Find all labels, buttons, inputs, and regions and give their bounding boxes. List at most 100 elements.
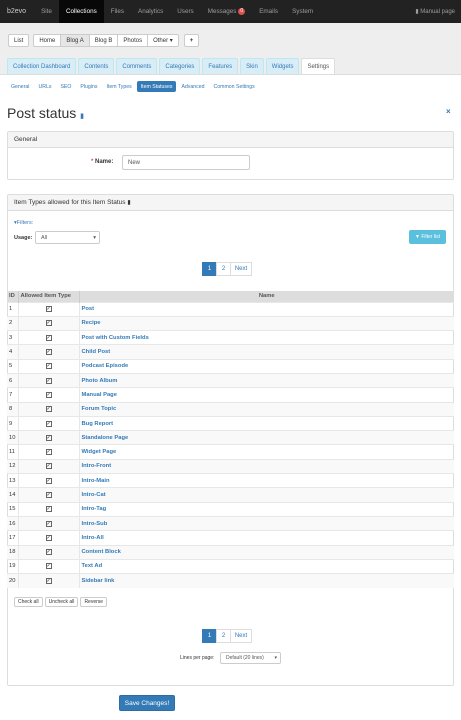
allowed-checkbox[interactable]: ✓ [45,492,52,498]
row-allowed-cell: ✓ [17,430,79,445]
row-name-link[interactable]: Intro-Main [78,473,454,488]
row-allowed-cell: ✓ [17,487,79,503]
page-1-button[interactable]: 1 [202,629,217,643]
next-page-button[interactable]: Next [230,629,252,643]
nav-files[interactable]: Files [104,0,131,23]
collection-blog-b-button[interactable]: Blog B [88,34,119,47]
allowed-checkbox[interactable]: ✓ [45,520,52,527]
save-changes-button[interactable]: Save Changes! [119,695,175,711]
page-2-button[interactable]: 2 [216,262,231,276]
row-name-link[interactable]: Post [78,301,454,317]
row-name-link[interactable]: Intro-Cat [78,487,454,503]
row-name-link[interactable]: Intro-All [78,530,454,546]
allowed-checkbox[interactable]: ✓ [45,420,52,427]
subtab-seo[interactable]: SEO [56,81,75,92]
subtab-plugins[interactable]: Plugins [76,81,101,92]
subtab-urls[interactable]: URLs [34,81,55,92]
row-name-link[interactable]: Podcast Episode [78,358,454,374]
tab-skin[interactable]: Skin [240,58,264,74]
allowed-checkbox[interactable]: ✓ [45,549,52,556]
collection-blog-a-button[interactable]: Blog A [60,34,90,47]
check-all-button[interactable]: Check all [14,597,43,607]
page-2-button[interactable]: 2 [216,629,231,643]
manual-page-link[interactable]: ▮ Manual page [415,8,461,15]
usage-select[interactable]: All ▾ [35,231,100,244]
subtab-general[interactable]: General [7,81,33,92]
allowed-checkbox[interactable]: ✓ [45,563,52,570]
tab-collection-dashboard[interactable]: Collection Dashboard [7,58,77,74]
col-id-header[interactable]: ID [7,291,18,302]
row-name-link[interactable]: Intro-Sub [78,515,454,531]
tab-widgets[interactable]: Widgets [265,58,300,74]
filter-list-button[interactable]: ▼ Filter list [409,230,446,244]
row-name-link[interactable]: Text Ad [78,558,454,574]
name-input[interactable]: New [122,155,250,170]
allowed-checkbox[interactable]: ✓ [45,391,52,398]
tab-comments[interactable]: Comments [116,58,158,74]
row-name-link[interactable]: Sidebar link [78,573,454,588]
subtab-item-statuses[interactable]: Item Statuses [136,81,177,92]
tab-features[interactable]: Features [202,58,239,74]
collection-home-button[interactable]: Home [33,34,62,47]
row-id: 1 [7,301,18,317]
nav-users[interactable]: Users [170,0,200,23]
allowed-checkbox[interactable]: ✓ [45,349,52,356]
subtab-item-types[interactable]: Item Types [102,81,135,92]
allowed-checkbox[interactable]: ✓ [45,463,52,470]
nav-analytics[interactable]: Analytics [131,0,170,23]
filters-toggle[interactable]: ▾Filters: [14,220,33,226]
subtab-common-settings[interactable]: Common Settings [210,81,259,92]
col-name-header[interactable]: Name [78,291,454,302]
nav-collections[interactable]: Collections [58,0,104,23]
collection-list-button[interactable]: List [8,34,30,47]
row-name-link[interactable]: Manual Page [78,387,454,403]
row-name-link[interactable]: Standalone Page [78,430,454,445]
reverse-button[interactable]: Reverse [80,597,108,607]
row-name-link[interactable]: Child Post [78,344,454,360]
allowed-checkbox[interactable]: ✓ [45,506,52,513]
collection-photos-button[interactable]: Photos [117,34,149,47]
nav-emails[interactable]: Emails [252,0,285,23]
nav-messages[interactable]: Messages 0 [201,0,252,23]
nav-site[interactable]: Site [34,0,59,23]
table-row: 2 ✓ Recipe [7,315,454,331]
row-name-link[interactable]: Intro-Tag [78,501,454,517]
book-icon[interactable]: ▮ [127,199,130,206]
allowed-checkbox[interactable]: ✓ [45,406,52,413]
add-collection-button[interactable]: + [183,34,200,47]
allowed-checkbox[interactable]: ✓ [45,306,52,313]
row-name-link[interactable]: Intro-Front [78,458,454,474]
subtab-advanced[interactable]: Advanced [177,81,208,92]
row-name-link[interactable]: Widget Page [78,444,454,460]
tab-settings[interactable]: Settings [301,58,336,74]
allowed-checkbox[interactable]: ✓ [45,477,52,484]
help-book-icon[interactable]: ▮ [80,113,84,120]
tab-contents[interactable]: Contents [78,58,115,74]
row-name-link[interactable]: Content Block [78,544,454,560]
collection-other-dropdown[interactable]: Other ▾ [147,34,179,47]
col-allowed-header[interactable]: Allowed Item Type [17,291,79,302]
allowed-checkbox[interactable]: ✓ [45,434,52,441]
row-name-link[interactable]: Forum Topic [78,401,454,417]
nav-system[interactable]: System [285,0,320,23]
allowed-checkbox[interactable]: ✓ [45,334,52,341]
table-row: 1 ✓ Post [7,301,454,317]
allowed-checkbox[interactable]: ✓ [45,449,52,456]
page-1-button[interactable]: 1 [202,262,217,276]
allowed-checkbox[interactable]: ✓ [45,578,52,585]
lines-per-page-select[interactable]: Default (20 lines) ▾ [220,652,281,664]
tab-categories[interactable]: Categories [159,58,201,74]
row-name-link[interactable]: Bug Report [78,415,454,431]
row-name-link[interactable]: Photo Album [78,372,454,388]
name-label: * Name: [91,159,113,165]
uncheck-all-button[interactable]: Uncheck all [44,597,79,607]
allowed-checkbox[interactable]: ✓ [45,363,52,370]
allowed-checkbox[interactable]: ✓ [45,377,52,384]
next-page-button[interactable]: Next [230,262,252,276]
allowed-checkbox[interactable]: ✓ [45,320,52,327]
close-icon[interactable]: × [446,107,451,116]
row-name-link[interactable]: Post with Custom Fields [78,330,454,345]
brand-logo[interactable]: b2evo [0,8,34,15]
row-name-link[interactable]: Recipe [78,315,454,331]
allowed-checkbox[interactable]: ✓ [45,534,52,541]
